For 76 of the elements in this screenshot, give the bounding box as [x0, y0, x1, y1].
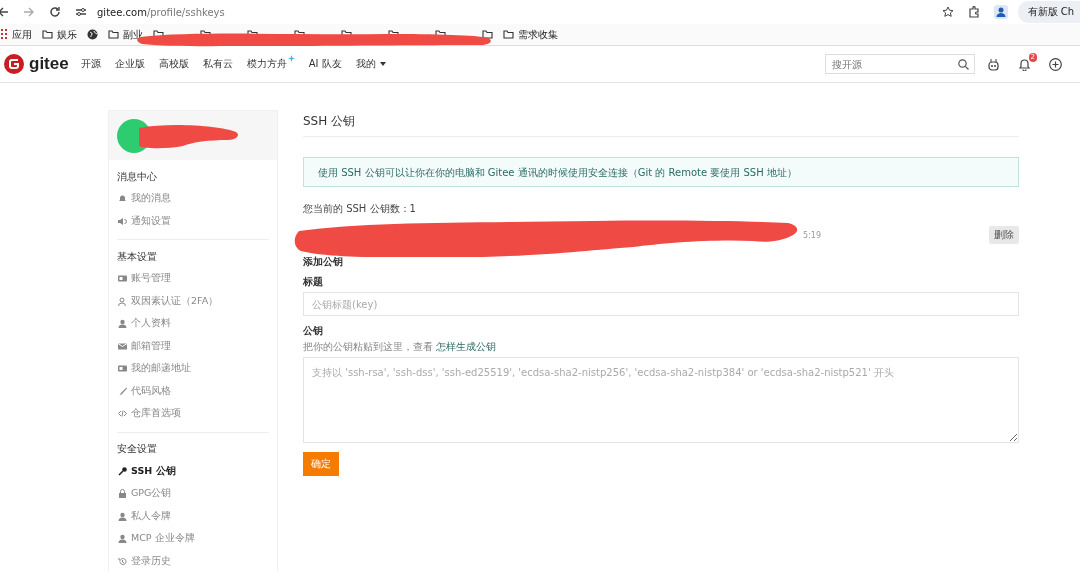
title-input[interactable]: 公钥标题(key): [303, 292, 1019, 316]
site-settings-icon[interactable]: [75, 6, 87, 18]
bookmark[interactable]: 应用: [12, 27, 32, 42]
search-field[interactable]: 搜开源: [825, 54, 975, 74]
help-link[interactable]: 怎样生成公钥: [436, 340, 496, 354]
bookmark[interactable]: 副业: [123, 27, 143, 42]
caret-icon: [379, 62, 386, 66]
back-icon[interactable]: [0, 6, 9, 18]
update-button[interactable]: 有新版 Ch: [1017, 1, 1080, 23]
key-textarea[interactable]: 支持以 'ssh-rsa', 'ssh-dss', 'ssh-ed25519', 'ecdsa-sha2-nistp256', 'ecdsa-sha2-nistp384' or 'ecdsa-sha2-nistp521' 开头: [303, 357, 1019, 443]
user-icon: [118, 534, 127, 544]
star-icon[interactable]: [941, 6, 954, 18]
reload-icon[interactable]: [49, 6, 61, 18]
robot-icon[interactable]: [987, 57, 1000, 71]
logo-icon: [4, 54, 24, 74]
field-label: 标题: [303, 275, 324, 289]
page-title: SSH 公钥: [303, 110, 1019, 137]
nav-link[interactable]: 企业版: [114, 57, 145, 71]
nav-link[interactable]: 模力方舟: [246, 57, 295, 71]
sidebar-item[interactable]: GPG公钥: [109, 483, 277, 506]
folder-icon: [503, 29, 514, 40]
key-icon: [118, 466, 127, 476]
user-icon: [118, 511, 127, 521]
globe-icon: [87, 29, 98, 40]
section-heading: 添加公钥: [303, 255, 344, 269]
sidebar-item[interactable]: 私人令牌: [109, 505, 277, 528]
lock-icon: [118, 489, 127, 499]
nav-link[interactable]: 开源: [80, 57, 101, 71]
bell-icon[interactable]: [1018, 57, 1031, 71]
delete-button[interactable]: 删除: [989, 226, 1019, 244]
folder-icon: [482, 29, 493, 40]
sidebar-item[interactable]: 双因素认证（2FA）: [109, 290, 277, 314]
sidebar-item[interactable]: 我的邮递地址: [109, 358, 277, 381]
field-label: 公钥: [303, 324, 324, 338]
sidebar-item[interactable]: 仓库首选项: [109, 403, 277, 426]
user-icon: [118, 319, 127, 329]
section-heading: 消息中心: [116, 170, 158, 185]
sidebar-item[interactable]: MCP 企业令牌: [109, 528, 277, 551]
history-icon: [118, 556, 127, 566]
section-heading: 安全设置: [116, 442, 158, 457]
address-field[interactable]: gitee.com/profile/sshkeys: [97, 6, 928, 18]
sidebar-item[interactable]: SSH 公钥: [109, 460, 277, 483]
puzzle-icon[interactable]: [967, 6, 980, 18]
bell-icon: [118, 194, 127, 204]
sidebar-item[interactable]: 代码风格: [109, 380, 277, 404]
profile-icon[interactable]: [993, 5, 1008, 19]
folder-icon: [108, 29, 119, 40]
nav-link[interactable]: 高校版: [158, 57, 189, 71]
sidebar-item[interactable]: 通知设置: [109, 210, 277, 234]
info-banner: 使用 SSH 公钥可以让你在你的电脑和 Gitee 通讯的时候使用安全连接（Git 的 Remote 要使用 SSH 地址）: [303, 157, 1019, 187]
bookmark[interactable]: 需求收集: [518, 27, 558, 42]
id-card-icon: [118, 364, 127, 374]
person-icon: [118, 296, 127, 306]
hint-text: 把你的公钥粘贴到这里，查看: [303, 340, 433, 354]
sidebar-item[interactable]: 邮箱管理: [109, 335, 277, 359]
nav-link[interactable]: 私有云: [202, 57, 233, 71]
nav-link[interactable]: AI 队友: [308, 57, 342, 71]
brush-icon: [118, 386, 127, 396]
section-heading: 基本设置: [116, 250, 158, 265]
code-icon: [118, 409, 127, 419]
sidebar-item[interactable]: 我的消息: [109, 188, 277, 211]
add-icon[interactable]: [1049, 57, 1062, 71]
sidebar-item[interactable]: 个人资料: [109, 313, 277, 336]
id-card-icon: [118, 274, 127, 284]
nav-link[interactable]: 我的: [355, 57, 386, 71]
apps-grid-icon: [0, 29, 8, 40]
logo-wordmark[interactable]: gitee: [29, 54, 69, 74]
mail-icon: [118, 341, 127, 351]
sidebar-item[interactable]: 账号管理: [109, 268, 277, 291]
speaker-icon: [118, 216, 127, 226]
bookmark[interactable]: 娱乐: [57, 27, 77, 42]
sparkle-icon: [287, 55, 295, 62]
key-time: 5:19: [803, 230, 821, 240]
sidebar-item[interactable]: 登录历史: [109, 550, 277, 571]
folder-icon: [42, 29, 53, 40]
key-count: 您当前的 SSH 公钥数：1: [303, 202, 417, 216]
